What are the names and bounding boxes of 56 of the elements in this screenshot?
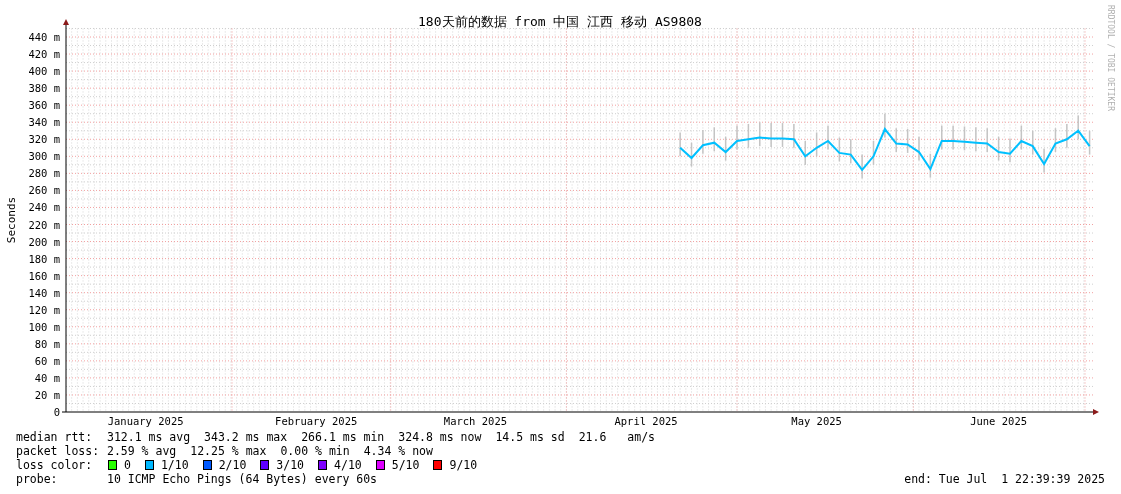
legend-label: probe: (16, 472, 59, 486)
legend-value: 0.00 % min (280, 444, 350, 458)
end-time: end: Tue Jul 1 22:39:39 2025 (904, 472, 1105, 486)
y-tick-label: 40 m (34, 371, 60, 384)
y-tick-label: 420 m (28, 48, 60, 61)
x-tick-label: May 2025 (791, 415, 842, 427)
legend-label: loss color: (16, 458, 94, 472)
y-tick-label: 240 m (28, 201, 60, 214)
y-tick-label: 360 m (28, 99, 60, 112)
legend-label: packet loss: (16, 444, 101, 458)
y-tick-label: 160 m (28, 269, 60, 282)
x-tick-label: March 2025 (443, 415, 508, 427)
y-tick-label: 80 m (34, 337, 60, 350)
legend-value: 3/10 (276, 458, 305, 472)
y-tick-label: 180 m (28, 252, 60, 265)
y-tick-label: 400 m (28, 65, 60, 78)
y-tick-label: 340 m (28, 116, 60, 129)
legend-value: 14.5 ms sd (495, 430, 565, 444)
legend-value: 4.34 % now (363, 444, 433, 458)
legend-value: am/s (627, 430, 656, 444)
legend-value: 324.8 ms now (398, 430, 482, 444)
legend-value: 4/10 (334, 458, 362, 472)
x-tick-label: January 2025 (107, 415, 184, 427)
legend-value: 12.25 % max (190, 444, 267, 458)
y-tick-label: 280 m (28, 167, 60, 180)
y-axis-label: Seconds (5, 196, 18, 244)
probe-text: 10 ICMP Echo Pings (64 Bytes) every 60s (107, 472, 378, 486)
y-tick-label: 300 m (28, 150, 60, 163)
y-tick-label: 260 m (28, 184, 60, 197)
y-tick-label: 380 m (28, 82, 60, 95)
legend-value: 2.59 % avg (107, 444, 177, 458)
legend-value: 2/10 (218, 458, 247, 472)
y-tick-label: 320 m (28, 133, 60, 146)
legend-label: median rtt: (16, 430, 94, 444)
legend-value: 266.1 ms min (301, 430, 385, 444)
y-tick-label: 60 m (34, 354, 60, 367)
y-tick-label: 140 m (28, 286, 60, 299)
y-tick-label: 220 m (28, 218, 60, 231)
y-tick-label: 200 m (28, 235, 60, 248)
x-tick-label: June 2025 (970, 415, 1028, 427)
y-tick-label: 20 m (34, 388, 60, 401)
x-tick-label: April 2025 (614, 415, 678, 427)
legend-value: 5/10 (391, 458, 420, 472)
legend-value: 1/10 (160, 458, 189, 472)
chart-title: 180天前的数据 from 中国 江西 移动 AS9808 (418, 14, 702, 29)
y-tick-label: 120 m (28, 303, 60, 316)
y-tick-label: 0 (53, 406, 60, 418)
legend-value: 21.6 (578, 430, 607, 444)
y-tick-label: 440 m (28, 31, 60, 43)
x-tick-label: February 2025 (275, 415, 358, 427)
credit-text: RRDTOOL / TOBI OETIKER (1106, 5, 1115, 111)
legend-value: 0 (124, 458, 131, 472)
y-tick-label: 100 m (28, 320, 60, 333)
legend-value: 312.1 ms avg (107, 430, 191, 444)
legend-value: 9/10 (449, 458, 478, 472)
legend-value: 343.2 ms max (204, 430, 288, 444)
